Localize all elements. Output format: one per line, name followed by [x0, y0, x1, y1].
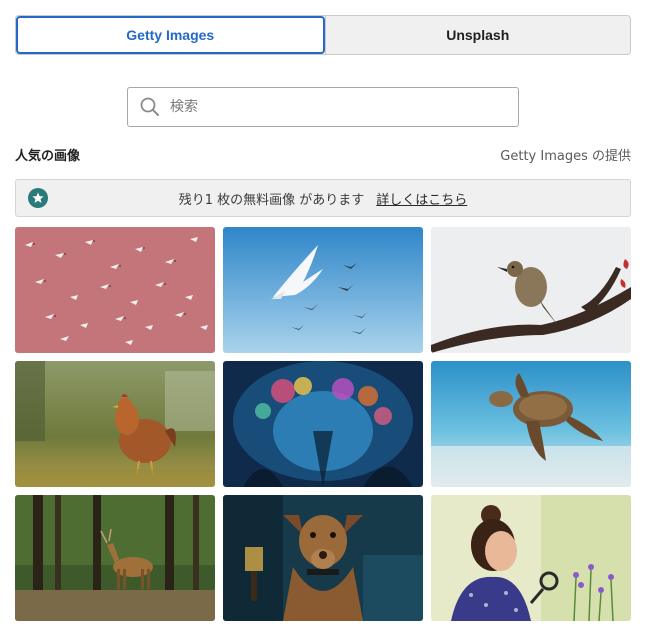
tab-unsplash[interactable]: Unsplash: [324, 16, 631, 54]
image-tile-girl-magnifier[interactable]: [431, 495, 631, 621]
image-tile-dog[interactable]: [223, 495, 423, 621]
image-tile-bird-branch[interactable]: [431, 227, 631, 353]
search-box[interactable]: [127, 87, 519, 127]
section-title: 人気の画像: [15, 149, 81, 164]
search-input[interactable]: [170, 99, 490, 115]
notice-text: 残り1 枚の無料画像 があります: [178, 192, 365, 208]
source-tabs: Getty Images Unsplash: [15, 15, 631, 55]
star-icon: [28, 188, 48, 208]
learn-more-link[interactable]: 詳しくはこちら: [376, 189, 467, 208]
image-grid: [15, 227, 631, 621]
image-tile-hen[interactable]: [15, 361, 215, 487]
coral-reef-image: [223, 361, 423, 487]
girl-magnifier-image: [431, 495, 631, 621]
image-picker-panel: Getty Images Unsplash 人気の画像 Getty Images…: [0, 0, 647, 627]
seagulls-image: [223, 227, 423, 353]
image-tile-deer[interactable]: [15, 495, 215, 621]
flamingos-image: [15, 227, 215, 353]
bird-branch-image: [431, 227, 631, 353]
image-tile-seagulls[interactable]: [223, 227, 423, 353]
search-icon: [140, 97, 159, 116]
deer-image: [15, 495, 215, 621]
image-tile-sea-turtle[interactable]: [431, 361, 631, 487]
provider-credit: Getty Images の提供: [500, 149, 631, 164]
free-images-notice: 残り1 枚の無料画像 があります 詳しくはこちら: [15, 179, 631, 217]
image-tile-flamingos[interactable]: [15, 227, 215, 353]
image-tile-coral-reef[interactable]: [223, 361, 423, 487]
hen-image: [15, 361, 215, 487]
sea-turtle-image: [431, 361, 631, 487]
tab-getty-images[interactable]: Getty Images: [16, 16, 325, 54]
dog-image: [223, 495, 423, 621]
